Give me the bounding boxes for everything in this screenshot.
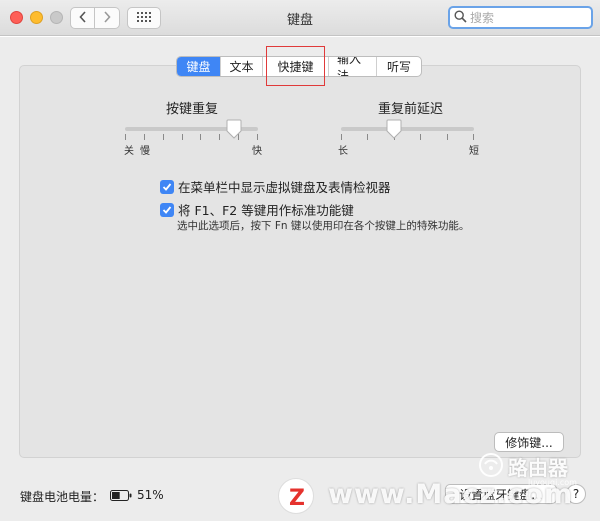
function-keys-checkbox[interactable] [160,202,174,217]
function-keys-option[interactable]: 将 F1、F2 等键用作标准功能键 [160,200,354,219]
slider-tick [257,134,258,140]
show-keyboard-viewer-checkbox[interactable] [160,179,174,194]
slider-tick [447,134,448,140]
show-keyboard-viewer-option[interactable]: 在菜单栏中显示虚拟键盘及表情检视器 [160,177,391,196]
battery-icon [110,490,132,504]
slider-tick [341,134,342,140]
tab-panel [19,65,581,458]
key-repeat-off-label: 关 [124,146,134,157]
delay-repeat-slider-track[interactable] [341,127,474,131]
function-keys-description: 选中此选项后，按下 Fn 键以使用印在各个按键上的特殊功能。 [177,220,470,232]
delay-repeat-short-label: 短 [469,146,479,157]
search-field[interactable] [448,6,593,29]
delay-repeat-long-label: 长 [338,146,348,157]
watermark-logo-letter: Z [289,486,305,511]
function-keys-label: 将 F1、F2 等键用作标准功能键 [178,203,354,218]
slider-tick [163,134,164,140]
tab-text[interactable]: 文本 [221,57,263,76]
slider-tick [182,134,183,140]
tab-input-sources[interactable]: 输入法 [329,57,377,76]
modifier-keys-button[interactable]: 修饰键... [494,432,564,452]
watermark-logo: Z [278,478,314,514]
key-repeat-title: 按键重复 [166,102,219,117]
battery-percent: 51% [137,488,164,502]
delay-repeat-ticks [341,134,474,140]
tab-highlight-annotation [266,46,325,86]
slider-tick [200,134,201,140]
watermark-site: 路由器 [478,452,568,481]
slider-tick [144,134,145,140]
title-bar: 键盘 [0,0,600,36]
tab-keyboard[interactable]: 键盘 [177,57,221,76]
key-repeat-slider-knob[interactable] [226,119,242,139]
slider-tick [219,134,220,140]
watermark-site-name: 路由器 [508,456,568,480]
slider-tick [125,134,126,140]
key-repeat-slow-label: 慢 [140,146,150,157]
slider-tick [473,134,474,140]
battery-label: 键盘电池电量： [20,490,105,504]
key-repeat-fast-label: 快 [252,146,262,157]
watermark-site-domain: luyouqi.com [528,478,577,487]
delay-repeat-slider-knob[interactable] [386,119,402,139]
tab-dictation[interactable]: 听写 [377,57,421,76]
checkmark-icon [162,205,172,214]
search-icon [454,9,467,26]
router-icon [478,452,504,481]
delay-repeat-title: 重复前延迟 [378,102,444,117]
checkmark-icon [162,182,172,191]
slider-tick [420,134,421,140]
search-input[interactable] [470,10,590,25]
show-keyboard-viewer-label: 在菜单栏中显示虚拟键盘及表情检视器 [178,180,391,195]
slider-tick [367,134,368,140]
